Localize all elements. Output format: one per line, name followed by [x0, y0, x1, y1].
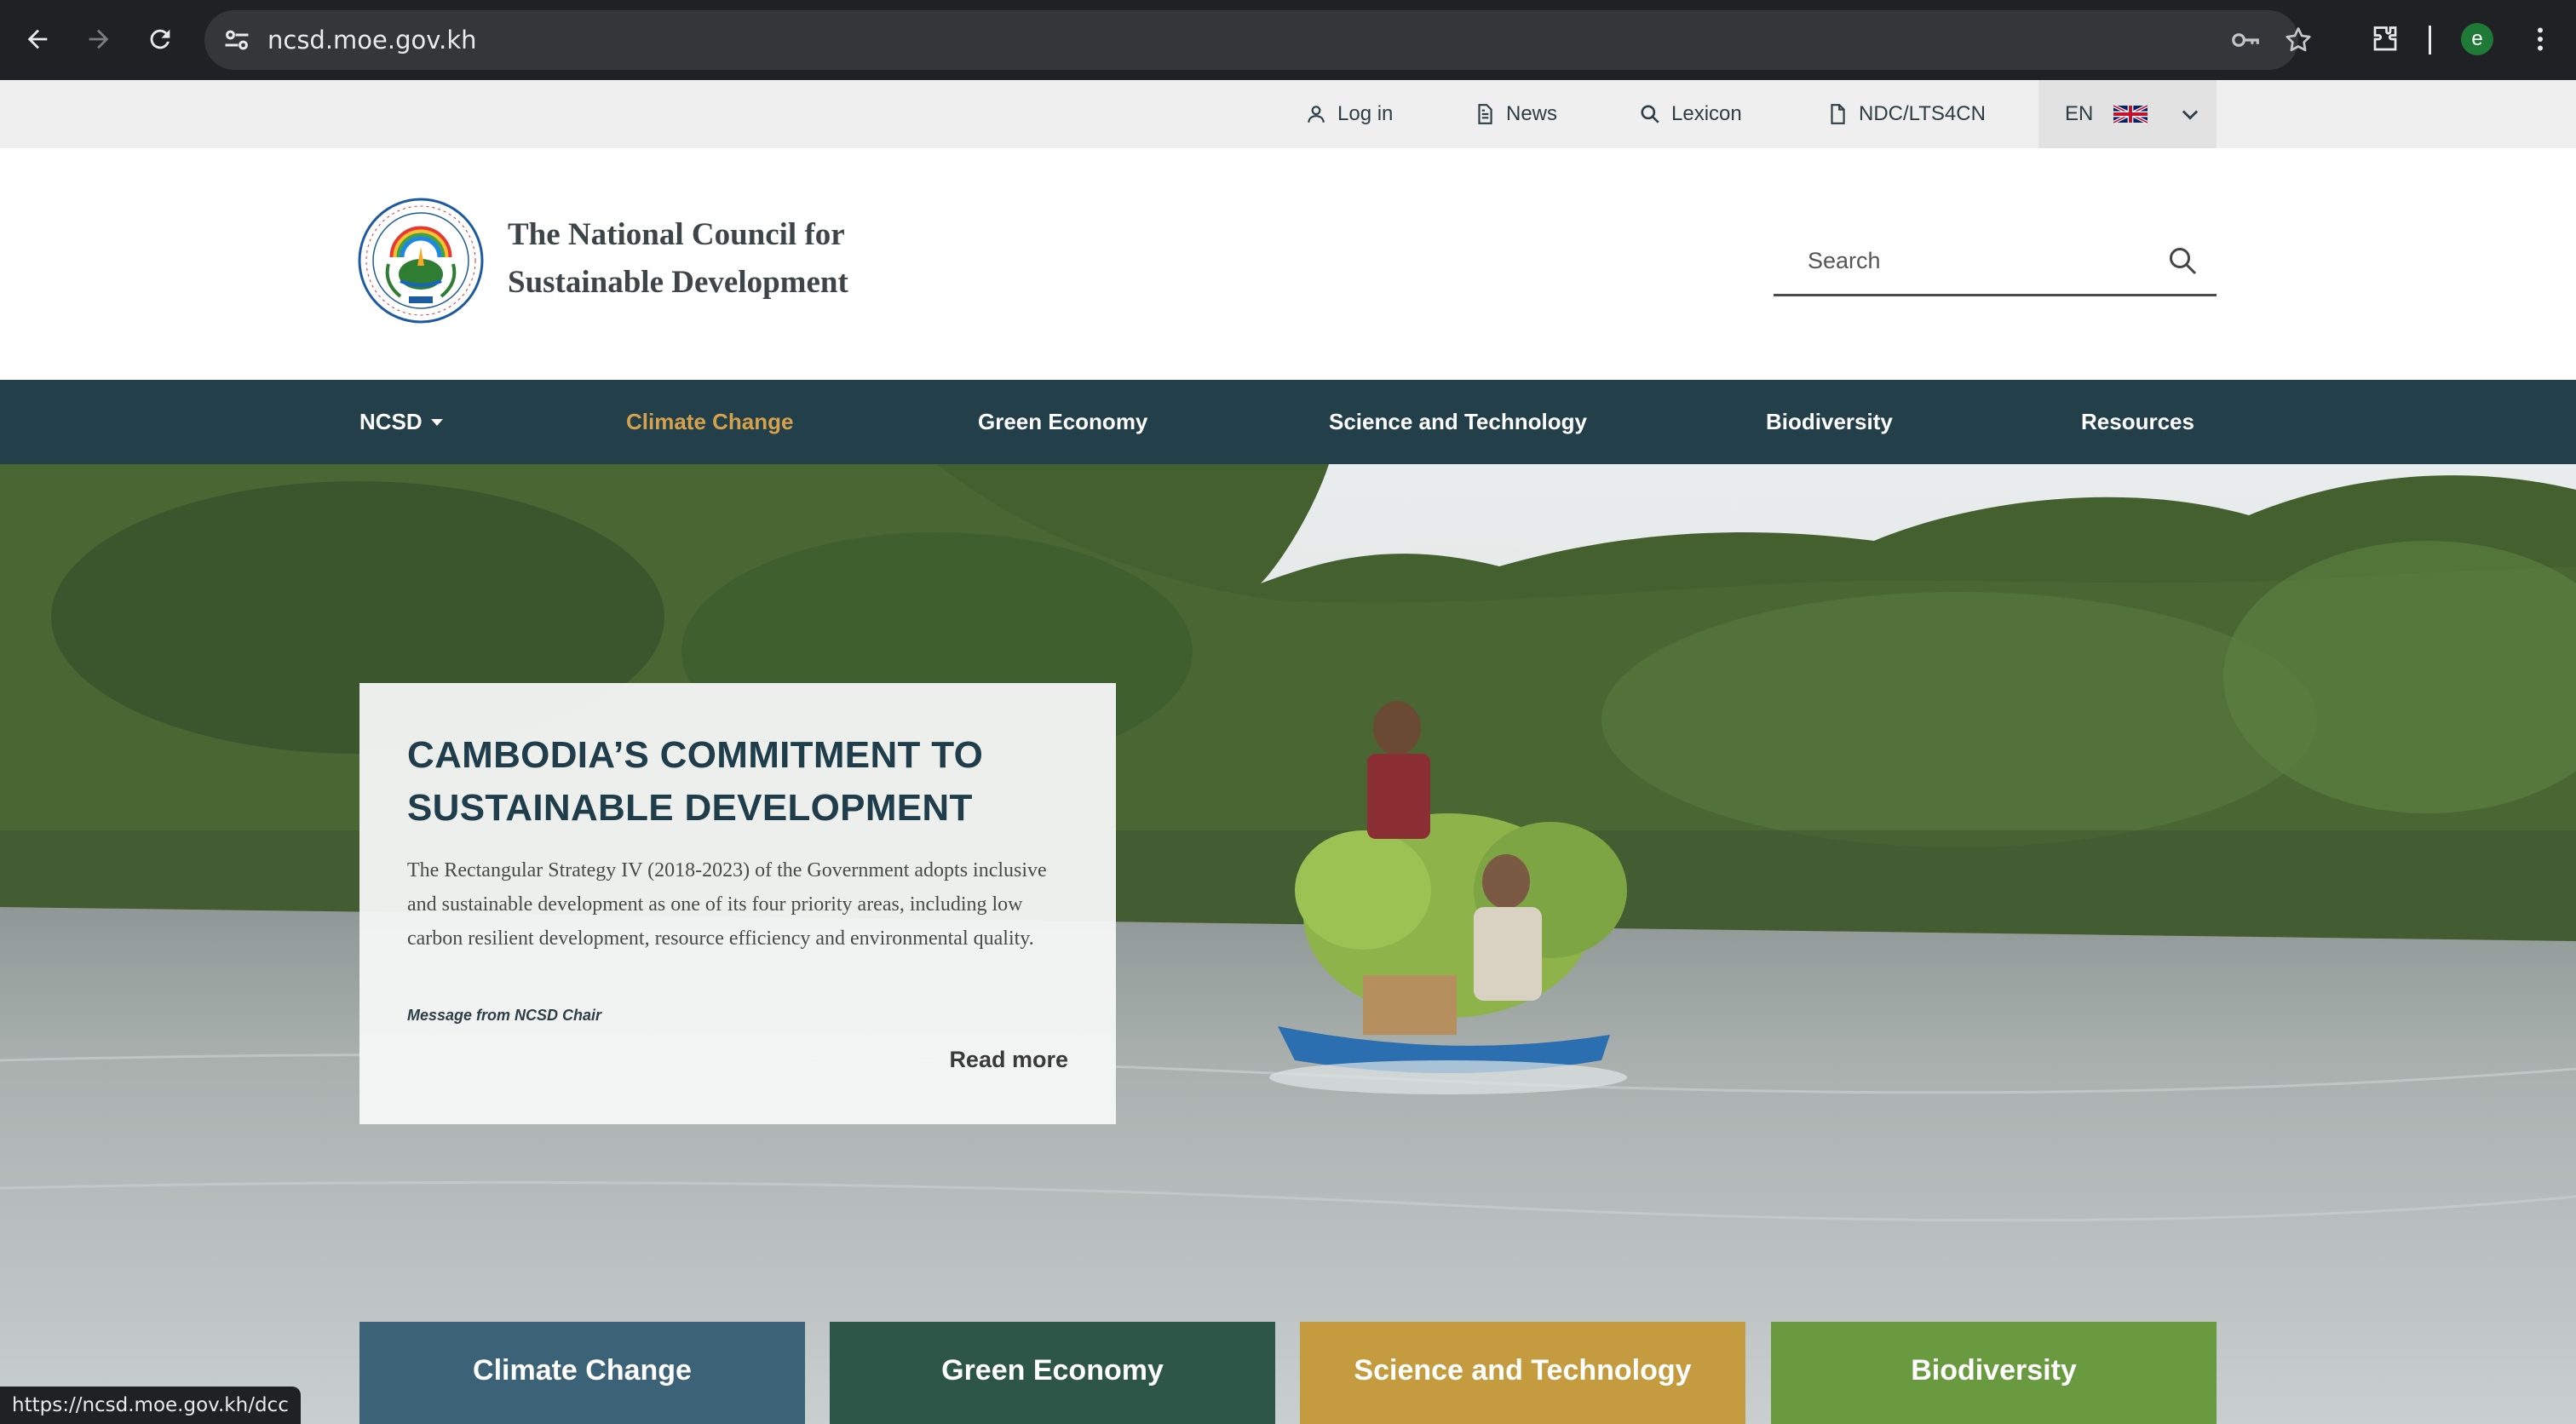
login-link[interactable]: Log in	[1305, 80, 1393, 148]
ncsd-logo[interactable]	[358, 198, 484, 324]
site-header: The National Council for Sustainable Dev…	[0, 148, 2576, 380]
org-name[interactable]: The National Council for Sustainable Dev…	[508, 211, 848, 307]
arrow-left-icon	[27, 29, 48, 49]
reload-button[interactable]	[138, 17, 182, 61]
menu-kebab-icon[interactable]	[2518, 17, 2562, 61]
nav-item-green-economy[interactable]: Green Economy	[978, 380, 1147, 464]
nav-item-science-technology[interactable]: Science and Technology	[1329, 380, 1587, 464]
nav-item-resources[interactable]: Resources	[2081, 380, 2194, 464]
password-key-icon[interactable]	[2228, 23, 2263, 57]
nav-item-biodiversity[interactable]: Biodiversity	[1766, 380, 1893, 464]
bookmark-star-icon[interactable]	[2281, 23, 2315, 57]
ndc-label: NDC/LTS4CN	[1859, 102, 1986, 125]
lexicon-link[interactable]: Lexicon	[1639, 80, 1742, 148]
search-icon[interactable]	[2167, 245, 2198, 276]
tile-label: Climate Change	[473, 1354, 692, 1387]
uk-flag-icon	[2113, 104, 2148, 124]
address-bar[interactable]: ncsd.moe.gov.kh	[204, 10, 2311, 70]
org-name-line2: Sustainable Development	[508, 265, 848, 300]
caret-down-icon	[430, 418, 443, 426]
forward-button[interactable]	[77, 17, 121, 61]
login-label: Log in	[1337, 102, 1394, 125]
site-settings-icon[interactable]	[221, 25, 252, 55]
profile-avatar[interactable]: e	[2461, 23, 2493, 55]
utility-bar: Log in News Lexicon NDC/LTS4CN EN	[0, 80, 2576, 148]
user-icon	[1308, 106, 1325, 123]
nav-label: NCSD	[359, 409, 423, 434]
toolbar-divider	[2429, 26, 2431, 55]
tile-label: Green Economy	[941, 1354, 1164, 1387]
tile-label: Biodiversity	[1911, 1354, 2077, 1387]
tile-biodiversity[interactable]: Biodiversity	[1771, 1322, 2217, 1424]
nav-item-ncsd[interactable]: NCSD	[359, 380, 443, 464]
hero-body: The Rectangular Strategy IV (2018-2023) …	[407, 859, 1047, 950]
hero-title-line1: CAMBODIA’S COMMITMENT TO	[407, 734, 984, 776]
news-label: News	[1506, 102, 1558, 125]
link-status-bar: https://ncsd.moe.gov.kh/dcc	[0, 1387, 301, 1424]
nav-label: Biodiversity	[1766, 409, 1893, 434]
arrow-right-icon	[89, 29, 109, 49]
back-button[interactable]	[15, 17, 60, 61]
message-link[interactable]: Message from NCSD Chair	[407, 1007, 601, 1025]
hero-banner: CAMBODIA’S COMMITMENT TO SUSTAINABLE DEV…	[0, 464, 2576, 1424]
search-input[interactable]	[1774, 227, 2148, 295]
nav-item-climate-change[interactable]: Climate Change	[626, 380, 794, 464]
chevron-down-icon	[2182, 110, 2199, 120]
search-icon	[1641, 105, 1659, 123]
nav-label: Green Economy	[978, 409, 1148, 434]
hero-title-line2: SUSTAINABLE DEVELOPMENT	[407, 787, 973, 829]
language-selector[interactable]: EN	[2038, 80, 2217, 148]
reload-icon	[150, 29, 170, 49]
document-icon	[1478, 104, 1492, 124]
tile-label: Science and Technology	[1354, 1354, 1692, 1387]
nav-label: Resources	[2081, 409, 2194, 434]
language-code: EN	[2065, 102, 2094, 125]
site-search	[1774, 227, 2217, 296]
ndc-link[interactable]: NDC/LTS4CN	[1826, 80, 1986, 148]
file-icon	[1831, 104, 1845, 124]
url-text[interactable]: ncsd.moe.gov.kh	[267, 26, 477, 55]
lexicon-label: Lexicon	[1671, 102, 1742, 125]
org-name-line1: The National Council for	[508, 217, 845, 252]
tile-green-economy[interactable]: Green Economy	[830, 1322, 1275, 1424]
nav-label: Climate Change	[626, 409, 794, 434]
extensions-icon[interactable]	[2363, 17, 2407, 61]
nav-label: Science and Technology	[1329, 409, 1587, 434]
tile-science-technology[interactable]: Science and Technology	[1300, 1322, 1745, 1424]
read-more-link[interactable]: Read more	[949, 1047, 1068, 1073]
news-link[interactable]: News	[1474, 80, 1557, 148]
hero-title: CAMBODIA’S COMMITMENT TO SUSTAINABLE DEV…	[407, 729, 1072, 835]
browser-toolbar: ncsd.moe.gov.kh e	[0, 0, 2576, 80]
tile-climate-change[interactable]: Climate Change	[359, 1322, 805, 1424]
hero-card: CAMBODIA’S COMMITMENT TO SUSTAINABLE DEV…	[359, 683, 1116, 1124]
main-navigation: NCSD Climate Change Green Economy Scienc…	[0, 380, 2576, 464]
